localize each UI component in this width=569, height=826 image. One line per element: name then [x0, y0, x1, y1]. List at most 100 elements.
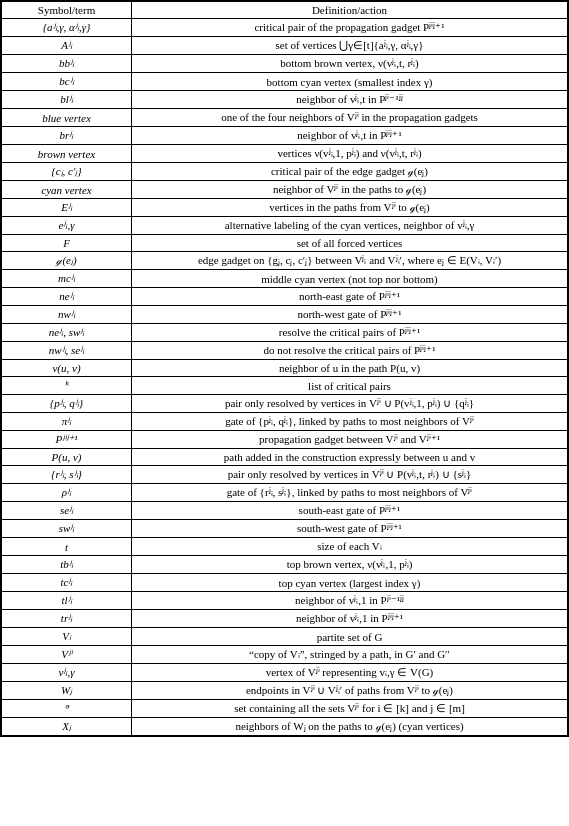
symbol-cell: tcʲᵢ — [2, 574, 132, 592]
symbol-cell: nwʲᵢ — [2, 306, 132, 324]
symbol-cell: tlʲᵢ — [2, 592, 132, 610]
symbol-cell: P(u, v) — [2, 449, 132, 466]
symbol-cell: Vʲⁱ — [2, 646, 132, 664]
definition-cell: alternative labeling of the cyan vertice… — [132, 217, 568, 235]
symbol-cell: seʲᵢ — [2, 502, 132, 520]
table-row: tcʲᵢtop cyan vertex (largest index γ) — [2, 574, 568, 592]
symbol-cell: bcʲᵢ — [2, 73, 132, 91]
table-row: ᵊset containing all the sets Vʲⁱ for i ∈… — [2, 700, 568, 718]
definition-cell: critical pair of the propagation gadget … — [132, 19, 568, 37]
table-row: neʲᵢnorth-east gate of Pʲⁱʲ⁺¹ — [2, 288, 568, 306]
table-row: Fset of all forced vertices — [2, 235, 568, 252]
symbol-cell: ᵏ — [2, 377, 132, 395]
table-row: tsize of each Vᵢ — [2, 538, 568, 556]
table-row: mcʲᵢmiddle cyan vertex (not top nor bott… — [2, 270, 568, 288]
symbol-cell: {pʲᵢ, qʲᵢ} — [2, 395, 132, 413]
table-row: {pʲᵢ, qʲᵢ}pair only resolved by vertices… — [2, 395, 568, 413]
table-row: {aʲᵢ,γ, αʲᵢ,γ}critical pair of the propa… — [2, 19, 568, 37]
symbol-cell: eʲᵢ,γ — [2, 217, 132, 235]
definition-cell: edge gadget on {gⱼ, cⱼ, c′ⱼ} between Vʲᵢ… — [132, 252, 568, 270]
table-row: Vʲⁱ“copy of Vᵢ”, stringed by a path, in … — [2, 646, 568, 664]
symbol-cell: Xⱼ — [2, 718, 132, 736]
table-row: neʲᵢ, swʲᵢresolve the critical pairs of … — [2, 324, 568, 342]
symbol-cell: neʲᵢ — [2, 288, 132, 306]
table-row: ℊ(eⱼ)edge gadget on {gⱼ, cⱼ, c′ⱼ} betwee… — [2, 252, 568, 270]
symbol-cell: {cⱼ, c′ⱼ} — [2, 163, 132, 181]
table-row: brown vertexvertices ν(vʲᵢ,1, pʲᵢ) and ν… — [2, 145, 568, 163]
definition-cell: do not resolve the critical pairs of Pʲⁱ… — [132, 342, 568, 360]
definition-cell: partite set of G — [132, 628, 568, 646]
definition-cell: middle cyan vertex (not top nor bottom) — [132, 270, 568, 288]
definition-cell: bottom brown vertex, ν(vʲᵢ,t, rʲᵢ) — [132, 55, 568, 73]
definition-cell: gate of {rʲᵢ, sʲᵢ}, linked by paths to m… — [132, 484, 568, 502]
table-row: nwʲᵢnorth-west gate of Pʲⁱʲ⁺¹ — [2, 306, 568, 324]
symbol-cell: ℊ(eⱼ) — [2, 252, 132, 270]
symbol-cell: ᵊ — [2, 700, 132, 718]
definition-cell: top brown vertex, ν(vʲᵢ,1, pʲᵢ) — [132, 556, 568, 574]
symbol-cell: tbʲᵢ — [2, 556, 132, 574]
table-row: cyan vertexneighbor of Vʲⁱ in the paths … — [2, 181, 568, 199]
symbol-cell: {rʲᵢ, sʲᵢ} — [2, 466, 132, 484]
definition-cell: pair only resolved by vertices in Vʲⁱ ∪ … — [132, 466, 568, 484]
definition-cell: north-east gate of Pʲⁱʲ⁺¹ — [132, 288, 568, 306]
symbol-cell: Vᵢ — [2, 628, 132, 646]
definition-cell: vertices ν(vʲᵢ,1, pʲᵢ) and ν(vʲᵢ,t, rʲᵢ) — [132, 145, 568, 163]
table-row: tbʲᵢtop brown vertex, ν(vʲᵢ,1, pʲᵢ) — [2, 556, 568, 574]
symbol-cell: Wⱼ — [2, 682, 132, 700]
definition-cell: neighbor of vʲᵢ,t in Pʲⁱ⁻¹ʲʲ — [132, 91, 568, 109]
table-row: vʲᵢ,γvertex of Vʲⁱ representing vᵢ,γ ∈ V… — [2, 664, 568, 682]
definition-table: Symbol/term Definition/action {aʲᵢ,γ, αʲ… — [1, 1, 568, 736]
symbol-cell: {aʲᵢ,γ, αʲᵢ,γ} — [2, 19, 132, 37]
table-row: Eʲᵢvertices in the paths from Vʲⁱ to ℊ(e… — [2, 199, 568, 217]
definition-cell: list of critical pairs — [132, 377, 568, 395]
table-row: blʲᵢneighbor of vʲᵢ,t in Pʲⁱ⁻¹ʲʲ — [2, 91, 568, 109]
symbol-cell: brʲᵢ — [2, 127, 132, 145]
definition-cell: set containing all the sets Vʲⁱ for i ∈ … — [132, 700, 568, 718]
table-row: ᵏlist of critical pairs — [2, 377, 568, 395]
table-row: tlʲᵢneighbor of vʲᵢ,1 in Pʲⁱ⁻¹ʲʲ — [2, 592, 568, 610]
definition-cell: vertices in the paths from Vʲⁱ to ℊ(eⱼ) — [132, 199, 568, 217]
definition-cell: set of all forced vertices — [132, 235, 568, 252]
symbol-cell: blʲᵢ — [2, 91, 132, 109]
symbol-cell: Aʲᵢ — [2, 37, 132, 55]
table-row: {cⱼ, c′ⱼ}critical pair of the edge gadge… — [2, 163, 568, 181]
symbol-cell: t — [2, 538, 132, 556]
table-row: Vᵢpartite set of G — [2, 628, 568, 646]
definition-cell: set of vertices ⋃γ∈[t]{aʲᵢ,γ, αʲᵢ,γ} — [132, 37, 568, 55]
definition-cell: path added in the construction expressly… — [132, 449, 568, 466]
symbol-cell: Pʲⁱʲ⁺¹ — [2, 431, 132, 449]
definition-cell: neighbor of u in the path P(u, v) — [132, 360, 568, 377]
table-row: trʲᵢneighbor of vʲᵢ,1 in Pʲⁱʲ⁺¹ — [2, 610, 568, 628]
definition-cell: “copy of Vᵢ”, stringed by a path, in G′ … — [132, 646, 568, 664]
symbol-cell: cyan vertex — [2, 181, 132, 199]
header-definition: Definition/action — [132, 2, 568, 19]
symbol-cell: mcʲᵢ — [2, 270, 132, 288]
table-row: Xⱼneighbors of Wⱼ on the paths to ℊ(eⱼ) … — [2, 718, 568, 736]
table-row: Wⱼendpoints in Vʲⁱ ∪ Vʲᵢ′ of paths from … — [2, 682, 568, 700]
symbol-cell: vʲᵢ,γ — [2, 664, 132, 682]
symbol-cell: F — [2, 235, 132, 252]
definition-cell: neighbor of vʲᵢ,1 in Pʲⁱ⁻¹ʲʲ — [132, 592, 568, 610]
table-row: Pʲⁱʲ⁺¹propagation gadget between Vʲⁱ and… — [2, 431, 568, 449]
table-row: bcʲᵢbottom cyan vertex (smallest index γ… — [2, 73, 568, 91]
table-row: eʲᵢ,γalternative labeling of the cyan ve… — [2, 217, 568, 235]
definition-cell: north-west gate of Pʲⁱʲ⁺¹ — [132, 306, 568, 324]
table-row: bbʲᵢbottom brown vertex, ν(vʲᵢ,t, rʲᵢ) — [2, 55, 568, 73]
header-symbol: Symbol/term — [2, 2, 132, 19]
definition-cell: neighbors of Wⱼ on the paths to ℊ(eⱼ) (c… — [132, 718, 568, 736]
table-row: brʲᵢneighbor of vʲᵢ,t in Pʲⁱʲ⁺¹ — [2, 127, 568, 145]
definition-cell: bottom cyan vertex (smallest index γ) — [132, 73, 568, 91]
definition-cell: neighbor of Vʲⁱ in the paths to ℊ(eⱼ) — [132, 181, 568, 199]
definition-cell: endpoints in Vʲⁱ ∪ Vʲᵢ′ of paths from Vʲ… — [132, 682, 568, 700]
table-row: seʲᵢsouth-east gate of Pʲⁱʲ⁺¹ — [2, 502, 568, 520]
table-row: blue vertexone of the four neighbors of … — [2, 109, 568, 127]
definition-cell: neighbor of vʲᵢ,t in Pʲⁱʲ⁺¹ — [132, 127, 568, 145]
symbol-cell: trʲᵢ — [2, 610, 132, 628]
table-row: Aʲᵢset of vertices ⋃γ∈[t]{aʲᵢ,γ, αʲᵢ,γ} — [2, 37, 568, 55]
definition-cell: propagation gadget between Vʲⁱ and Vʲⁱ⁺¹ — [132, 431, 568, 449]
table-row: ν(u, v)neighbor of u in the path P(u, v) — [2, 360, 568, 377]
symbol-cell: nwʲᵢ, seʲᵢ — [2, 342, 132, 360]
definition-cell: top cyan vertex (largest index γ) — [132, 574, 568, 592]
definition-cell: neighbor of vʲᵢ,1 in Pʲⁱʲ⁺¹ — [132, 610, 568, 628]
symbol-cell: ρʲᵢ — [2, 484, 132, 502]
